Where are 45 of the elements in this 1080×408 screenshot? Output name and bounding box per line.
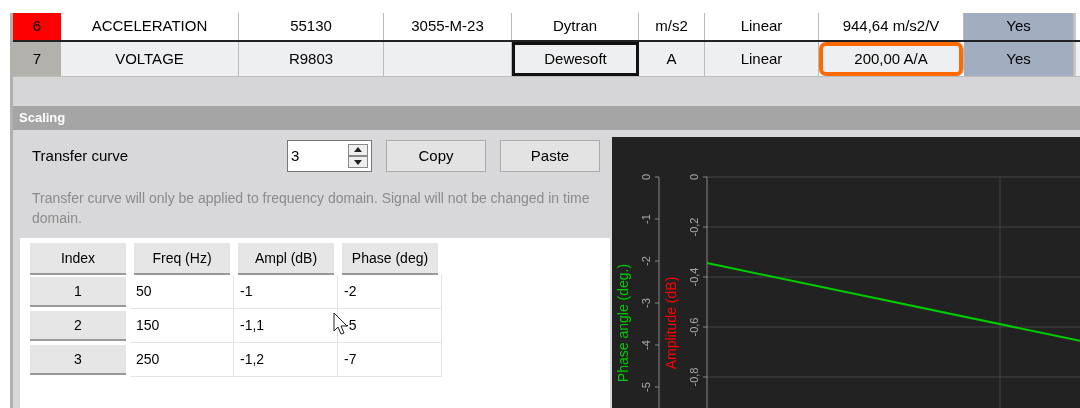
table-cell: -1 (234, 275, 338, 309)
row-number[interactable]: 6 (13, 13, 61, 40)
column-header[interactable]: Freq (Hz) (134, 243, 230, 275)
table-cell: Dewesoft (512, 42, 639, 76)
spin-field[interactable]: 3 (287, 140, 372, 172)
row-header[interactable]: 2 (30, 311, 126, 341)
tick-label: -0,4 (688, 267, 700, 287)
table-cell: Yes (964, 13, 1074, 40)
table-cell: 200,00 A/A (819, 42, 964, 76)
tick-label: -5 (640, 382, 652, 392)
table-cell: VOLTAGE (61, 42, 239, 76)
table-cell: -7 (338, 343, 442, 377)
column-header[interactable]: Ampl (dB) (238, 243, 334, 275)
table-cell: R9803 (239, 42, 384, 76)
tick-label: -3 (640, 298, 652, 308)
tick-label: 0 (688, 173, 700, 181)
tick-label: -0,2 (688, 217, 700, 237)
axis-label: Phase angle (deg.) (615, 263, 631, 383)
action-button[interactable]: Copy (386, 140, 486, 172)
spinner-arrows-icon[interactable] (348, 144, 368, 168)
column-header[interactable]: Phase (deg) (342, 243, 438, 275)
table-cell: Linear (705, 42, 819, 76)
tick-label: -4 (640, 340, 652, 350)
field-label: Transfer curve (32, 145, 130, 166)
table-cell: -1,2 (234, 343, 338, 377)
table-cell: -2 (338, 275, 442, 309)
table-cell: 50 (130, 275, 234, 309)
row-number[interactable]: 7 (13, 42, 61, 76)
tick-label: -1 (640, 214, 652, 224)
table-cell: Yes (964, 42, 1074, 76)
tick-label: 0 (640, 173, 652, 181)
empty-cell (1074, 42, 1080, 76)
table-cell: A (639, 42, 705, 76)
tick-label: -0,6 (688, 317, 700, 337)
row-header[interactable]: 3 (30, 345, 126, 375)
axis-label: Amplitude (dB) (663, 276, 679, 370)
row-header[interactable]: 1 (30, 277, 126, 307)
hint-text: Transfer curve will only be applied to frequency domain. Signal will not be changed in time domain. (32, 189, 591, 228)
action-button[interactable]: Paste (500, 140, 600, 172)
table-cell: 150 (130, 309, 234, 343)
column-header[interactable]: Index (30, 243, 126, 275)
tick-label: -2 (640, 256, 652, 266)
tick-label: -0,8 (688, 367, 700, 387)
section-header: Scaling (13, 106, 1080, 130)
table-cell: 250 (130, 343, 234, 377)
